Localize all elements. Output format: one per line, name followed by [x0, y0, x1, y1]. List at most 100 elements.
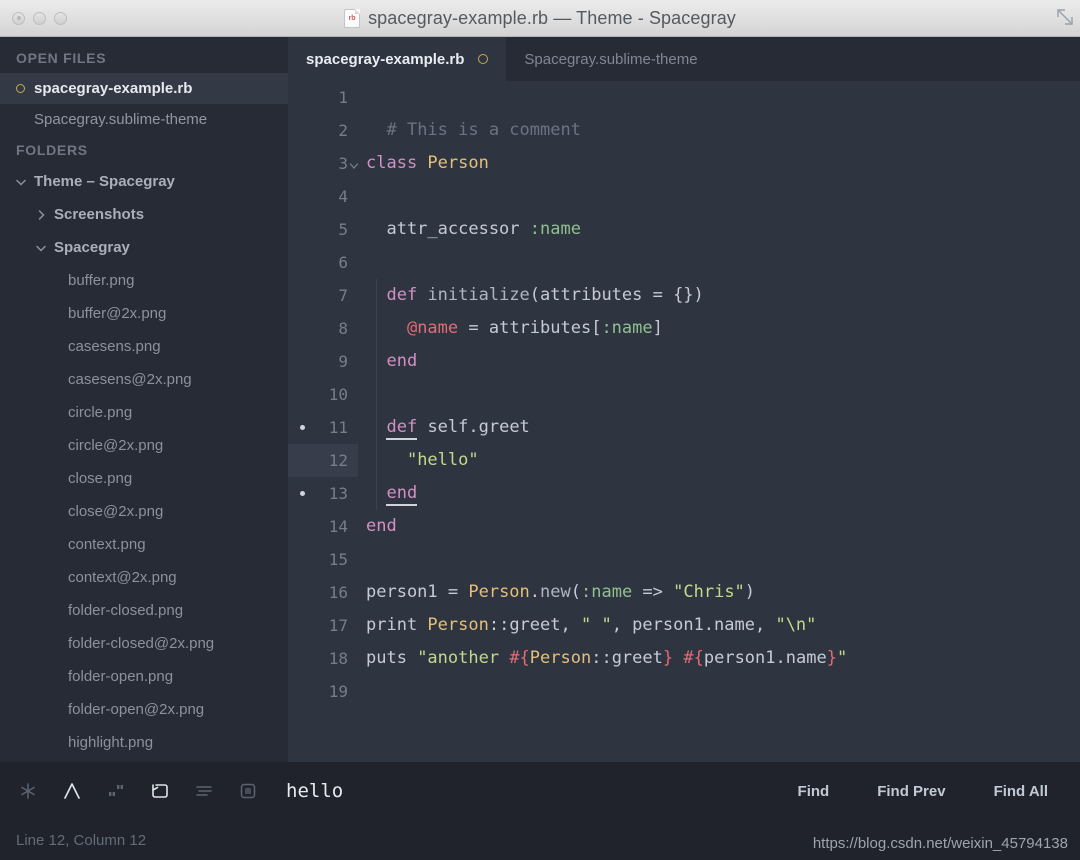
- code-text: def initialize(attributes = {}): [386, 285, 704, 305]
- bookmark-dot-icon: [300, 425, 305, 430]
- file-item[interactable]: context.png: [0, 528, 288, 561]
- open-files-header: OPEN FILES: [16, 50, 107, 66]
- file-item[interactable]: casesens.png: [0, 330, 288, 363]
- tab-spacegray-sublime-theme[interactable]: Spacegray.sublime-theme: [506, 37, 715, 81]
- line-number: 16: [328, 583, 348, 602]
- find-input[interactable]: hello: [286, 780, 343, 802]
- code-line[interactable]: 5 attr_accessor :name: [288, 213, 1080, 246]
- window-title-group: rb spacegray-example.rb — Theme - Spaceg…: [0, 8, 1080, 29]
- code-line[interactable]: 10: [288, 378, 1080, 411]
- code-line[interactable]: 13 end: [288, 477, 1080, 510]
- find-options: [16, 779, 260, 803]
- indent-guide: [376, 444, 377, 477]
- whole-word-icon[interactable]: [104, 779, 128, 803]
- file-item[interactable]: buffer@2x.png: [0, 297, 288, 330]
- code-line[interactable]: 1: [288, 81, 1080, 114]
- zoom-button[interactable]: [54, 11, 67, 25]
- code-line[interactable]: 3 class Person: [288, 147, 1080, 180]
- file-label: casesens.png: [68, 338, 161, 355]
- indent-guide: [376, 279, 377, 312]
- code-line[interactable]: 2 # This is a comment: [288, 114, 1080, 147]
- case-sensitive-icon[interactable]: [60, 779, 84, 803]
- find-prev-button[interactable]: Find Prev: [863, 777, 959, 806]
- line-number: 3: [288, 147, 360, 180]
- indent-guide: [376, 411, 377, 444]
- indent-guide: [376, 378, 377, 411]
- sidebar: OPEN FILES spacegray-example.rb Spacegra…: [0, 37, 288, 762]
- code-line[interactable]: 19: [288, 675, 1080, 708]
- find-all-button[interactable]: Find All: [980, 777, 1062, 806]
- file-item[interactable]: close@2x.png: [0, 495, 288, 528]
- folder-item-theme-spacegray[interactable]: Theme – Spacegray: [0, 165, 288, 198]
- code-line[interactable]: 17 print Person::greet, " ", person1.name…: [288, 609, 1080, 642]
- minimize-button[interactable]: [33, 11, 46, 25]
- code-line[interactable]: 14 end: [288, 510, 1080, 543]
- folders-header: FOLDERS: [16, 142, 88, 158]
- code-text: end: [366, 516, 397, 536]
- code-text: def self.greet: [358, 411, 530, 444]
- folder-item-screenshots[interactable]: Screenshots: [0, 198, 288, 231]
- file-label: context.png: [68, 536, 146, 553]
- code-line[interactable]: 18 puts "another #{Person::greet} #{perso…: [288, 642, 1080, 675]
- regex-icon[interactable]: [16, 779, 40, 803]
- line-number: 8: [338, 319, 348, 338]
- code-text: puts "another #{Person::greet} #{person1…: [366, 648, 848, 668]
- code-line[interactable]: 12 "hello": [288, 444, 1080, 477]
- code-line[interactable]: 6: [288, 246, 1080, 279]
- file-label: circle.png: [68, 404, 133, 421]
- code-line[interactable]: 15: [288, 543, 1080, 576]
- file-item[interactable]: folder-closed@2x.png: [0, 627, 288, 660]
- file-item[interactable]: folder-closed.png: [0, 594, 288, 627]
- line-number: 13: [288, 477, 358, 510]
- file-label: highlight.png: [68, 734, 154, 751]
- in-selection-icon[interactable]: [192, 779, 216, 803]
- code-line[interactable]: 4: [288, 180, 1080, 213]
- file-label: folder-open@2x.png: [68, 701, 205, 718]
- window-controls: [0, 11, 67, 25]
- status-bar: Line 12, Column 12 https://blog.csdn.net…: [0, 820, 1080, 860]
- line-number: 2: [338, 121, 348, 140]
- line-number: 6: [338, 253, 348, 272]
- file-label: buffer.png: [68, 272, 135, 289]
- code-text: print Person::greet, " ", person1.name, …: [366, 615, 817, 635]
- code-line[interactable]: 9 end: [288, 345, 1080, 378]
- folder-label: Screenshots: [54, 206, 145, 223]
- file-item[interactable]: context@2x.png: [0, 561, 288, 594]
- line-number: 1: [338, 88, 348, 107]
- code-editor[interactable]: 12 # This is a comment 3 class Person 4 5 at…: [288, 81, 1080, 762]
- line-number: 9: [338, 352, 348, 371]
- code-line[interactable]: 16 person1 = Person.new(:name => "Chris"): [288, 576, 1080, 609]
- fold-chevron-icon[interactable]: [348, 157, 360, 169]
- find-button[interactable]: Find: [784, 777, 844, 806]
- wrap-icon[interactable]: [148, 779, 172, 803]
- file-item[interactable]: buffer.png: [0, 264, 288, 297]
- file-item[interactable]: highlight.png: [0, 726, 288, 759]
- file-item[interactable]: folder-open.png: [0, 660, 288, 693]
- line-number: 11: [288, 411, 358, 444]
- highlight-results-icon[interactable]: [236, 779, 260, 803]
- line-number: 17: [328, 616, 348, 635]
- code-line[interactable]: 11 def self.greet: [288, 411, 1080, 444]
- code-text: @name = attributes[:name]: [406, 318, 663, 338]
- open-file-item[interactable]: spacegray-example.rb: [0, 73, 288, 104]
- file-item[interactable]: casesens@2x.png: [0, 363, 288, 396]
- close-button[interactable]: [12, 11, 25, 25]
- tab-modified-icon[interactable]: [478, 54, 489, 64]
- file-item[interactable]: circle@2x.png: [0, 429, 288, 462]
- code-line[interactable]: 7 def initialize(attributes = {}): [288, 279, 1080, 312]
- editor-pane: spacegray-example.rb Spacegray.sublime-t…: [288, 37, 1080, 762]
- file-item[interactable]: close.png: [0, 462, 288, 495]
- open-file-item[interactable]: Spacegray.sublime-theme: [0, 104, 288, 135]
- watermark-url: https://blog.csdn.net/weixin_45794138: [812, 835, 1068, 852]
- code-text: attr_accessor :name: [366, 219, 581, 239]
- line-number: 5: [338, 220, 348, 239]
- tab-label: spacegray-example.rb: [306, 50, 465, 68]
- resize-grip-icon[interactable]: [1056, 8, 1074, 26]
- folder-item-spacegray[interactable]: Spacegray: [0, 231, 288, 264]
- tab-spacegray-example-rb[interactable]: spacegray-example.rb: [288, 37, 507, 81]
- file-label: casesens@2x.png: [68, 371, 192, 388]
- file-label: folder-closed.png: [68, 602, 184, 619]
- code-line[interactable]: 8 @name = attributes[:name]: [288, 312, 1080, 345]
- file-item[interactable]: circle.png: [0, 396, 288, 429]
- file-item[interactable]: folder-open@2x.png: [0, 693, 288, 726]
